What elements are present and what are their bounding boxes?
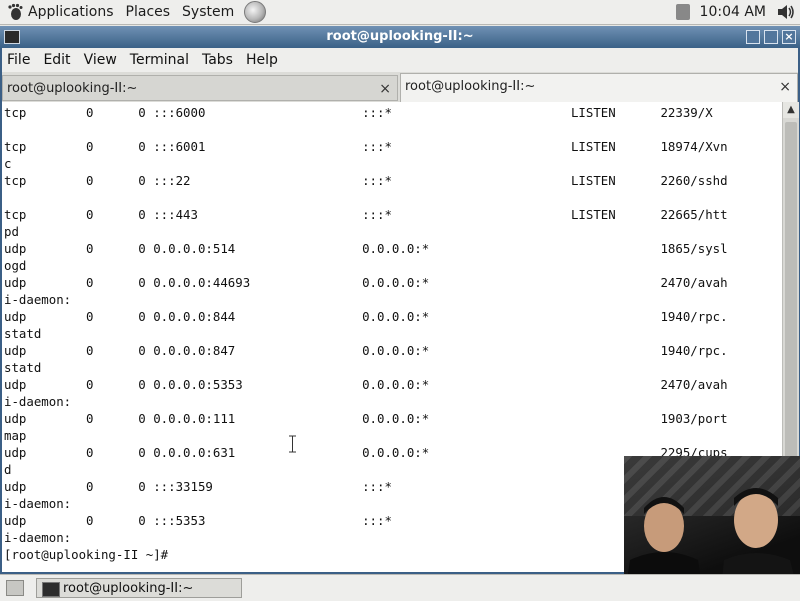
- web-browser-icon[interactable]: [244, 1, 267, 23]
- menu-bar: File Edit View Terminal Tabs Help: [2, 48, 798, 72]
- tab-terminal-1[interactable]: root@uplooking-II:~ ×: [2, 75, 398, 101]
- window-titlebar[interactable]: root@uplooking-II:~ ×: [0, 26, 800, 48]
- menu-tabs[interactable]: Tabs: [197, 52, 241, 68]
- tab-bar: root@uplooking-II:~ × root@uplooking-II:…: [2, 72, 798, 102]
- close-icon[interactable]: ×: [782, 30, 796, 44]
- menu-help[interactable]: Help: [241, 52, 286, 68]
- minimize-icon[interactable]: [746, 30, 760, 44]
- ibeam-cursor-icon: [289, 435, 296, 453]
- menu-terminal[interactable]: Terminal: [125, 52, 197, 68]
- applications-menu-label: Applications: [28, 4, 114, 20]
- scroll-up-icon[interactable]: ▲: [783, 102, 799, 118]
- taskbar-item-label: root@uplooking-II:~: [63, 581, 194, 596]
- applications-menu[interactable]: Applications: [0, 0, 120, 24]
- network-icon[interactable]: [675, 4, 690, 20]
- places-menu[interactable]: Places: [120, 0, 177, 24]
- menu-view[interactable]: View: [79, 52, 125, 68]
- window-title: root@uplooking-II:~: [326, 29, 474, 44]
- close-tab-icon[interactable]: ×: [779, 74, 791, 100]
- show-desktop-icon[interactable]: [6, 580, 24, 596]
- maximize-icon[interactable]: [764, 30, 778, 44]
- places-menu-label: Places: [125, 4, 171, 20]
- gnome-foot-icon: [8, 3, 23, 20]
- menu-edit[interactable]: Edit: [38, 52, 78, 68]
- tab-label: root@uplooking-II:~: [7, 81, 138, 96]
- terminal-icon[interactable]: [4, 30, 20, 44]
- volume-icon[interactable]: [776, 4, 796, 20]
- close-tab-icon[interactable]: ×: [379, 76, 391, 102]
- taskbar-item-terminal[interactable]: root@uplooking-II:~: [36, 578, 242, 598]
- tab-label: root@uplooking-II:~: [405, 79, 536, 94]
- system-menu[interactable]: System: [176, 0, 240, 24]
- terminal-icon: [42, 582, 60, 597]
- tab-terminal-2[interactable]: root@uplooking-II:~ ×: [400, 73, 798, 102]
- terminal-text: tcp 0 0 :::6000 :::* LISTEN 22339/X tcp …: [4, 105, 728, 562]
- top-panel: Applications Places System 10:04 AM: [0, 0, 800, 25]
- clock[interactable]: 10:04 AM: [696, 4, 770, 20]
- bottom-panel: root@uplooking-II:~: [0, 574, 800, 601]
- menu-file[interactable]: File: [2, 52, 38, 68]
- system-menu-label: System: [182, 4, 235, 20]
- scrollbar-thumb[interactable]: [785, 122, 797, 492]
